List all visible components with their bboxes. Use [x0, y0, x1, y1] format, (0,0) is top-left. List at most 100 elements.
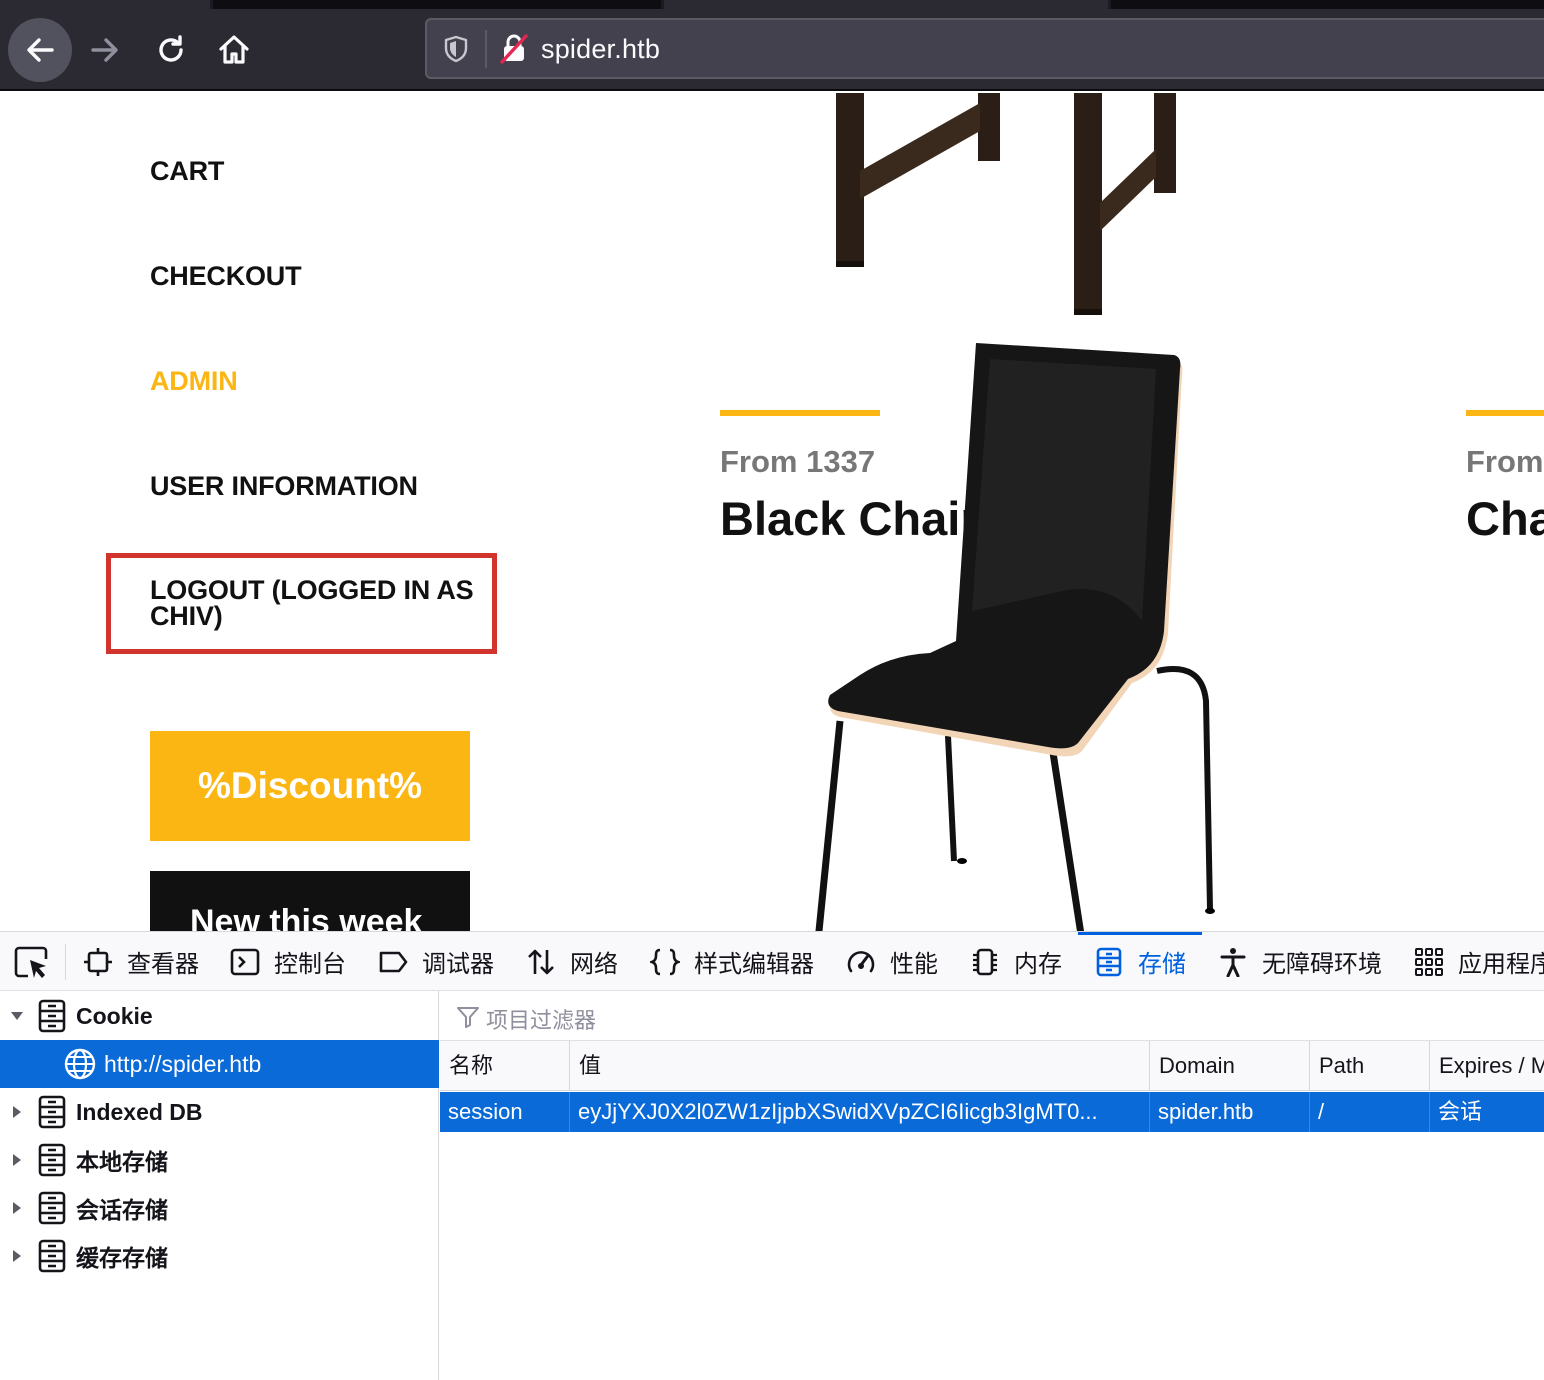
- product-name[interactable]: Cha: [1466, 491, 1544, 546]
- storage-icon: [38, 999, 66, 1033]
- cookie-table-panel: 项目过滤器 名称 值 Domain Path Expires / M sessi…: [440, 991, 1544, 1380]
- filter-input[interactable]: 项目过滤器: [486, 1003, 596, 1035]
- column-header-value[interactable]: 值: [569, 1041, 1149, 1091]
- chevron-right-icon[interactable]: [10, 1249, 24, 1263]
- tree-item-label: 缓存存储: [76, 1245, 168, 1271]
- tab-storage[interactable]: 存储: [1078, 932, 1202, 990]
- performance-icon: [847, 950, 875, 972]
- address-bar[interactable]: spider.htb: [425, 18, 1544, 79]
- tab-label: 网络: [570, 951, 618, 978]
- tab-inspector[interactable]: 查看器: [83, 932, 199, 990]
- table-row[interactable]: session eyJjYXJ0X2l0ZW1zIjpbXSwidXVpZCI6…: [440, 1092, 1544, 1132]
- globe-icon: [64, 1048, 96, 1080]
- tree-item-session-storage[interactable]: 会话存储: [0, 1184, 439, 1232]
- tab-accessibility[interactable]: 无障碍环境: [1218, 932, 1382, 990]
- storage-icon: [1096, 947, 1122, 976]
- discount-banner[interactable]: %Discount%: [150, 731, 470, 841]
- browser-tab[interactable]: [0, 0, 210, 9]
- tree-item-local-storage[interactable]: 本地存储: [0, 1136, 439, 1184]
- tab-label: 内存: [1014, 951, 1062, 978]
- tab-label: 样式编辑器: [694, 951, 814, 978]
- browser-toolbar: spider.htb: [0, 0, 1544, 91]
- storage-icon: [38, 1095, 66, 1129]
- tree-item-cookie-host[interactable]: http://spider.htb: [0, 1040, 439, 1088]
- back-button[interactable]: [8, 18, 72, 82]
- filter-icon: [457, 1007, 479, 1028]
- reload-button[interactable]: [139, 18, 203, 82]
- storage-icon: [38, 1143, 66, 1177]
- tree-item-label: 会话存储: [76, 1197, 168, 1223]
- nav-checkout-link[interactable]: CHECKOUT: [150, 261, 302, 292]
- tab-strip: [0, 0, 1544, 9]
- browser-tab[interactable]: [1111, 0, 1544, 9]
- tab-label: 控制台: [274, 951, 346, 978]
- tab-application[interactable]: 应用程序: [1414, 932, 1544, 990]
- nav-cart-link[interactable]: CART: [150, 156, 224, 187]
- tree-item-cookie[interactable]: Cookie: [0, 992, 439, 1040]
- devtools-panel: 查看器 控制台 调试器 网络 样式编辑器 性能 内存 存储 无障碍环境 应用程 …: [0, 931, 1544, 1380]
- tree-item-label: http://spider.htb: [104, 1050, 262, 1077]
- element-picker-icon[interactable]: [14, 946, 50, 980]
- tab-debugger[interactable]: 调试器: [378, 932, 494, 990]
- tab-network[interactable]: 网络: [526, 932, 618, 990]
- column-header-name[interactable]: 名称: [440, 1041, 569, 1091]
- reload-icon: [159, 35, 183, 62]
- tree-item-label: 本地存储: [76, 1149, 168, 1175]
- storage-tree: Cookie http://spider.htb Indexed DB 本地存储…: [0, 991, 439, 1380]
- cell-domain[interactable]: spider.htb: [1149, 1092, 1309, 1132]
- chevron-down-icon[interactable]: [10, 1009, 24, 1023]
- home-icon: [219, 35, 249, 64]
- arrow-right-icon: [91, 38, 118, 62]
- tree-item-cache-storage[interactable]: 缓存存储: [0, 1232, 439, 1280]
- tab-label: 应用程序: [1458, 951, 1544, 978]
- nav-logout-link[interactable]: LOGOUT (LOGGED IN AS CHIV): [150, 577, 490, 630]
- accessibility-icon: [1220, 947, 1246, 977]
- memory-icon: [973, 948, 997, 975]
- insecure-lock-icon[interactable]: [499, 32, 529, 64]
- product-accent-bar: [1466, 410, 1544, 416]
- inspector-icon: [84, 947, 112, 976]
- debugger-icon: [379, 951, 408, 972]
- chevron-right-icon[interactable]: [10, 1105, 24, 1119]
- cell-expires[interactable]: 会话: [1429, 1092, 1544, 1132]
- cell-path[interactable]: /: [1309, 1092, 1429, 1132]
- tab-label: 性能: [890, 951, 938, 978]
- storage-icon: [38, 1191, 66, 1225]
- home-button[interactable]: [202, 18, 266, 82]
- tracking-shield-icon[interactable]: [441, 34, 471, 64]
- style-editor-icon: [650, 948, 680, 975]
- tree-item-label: Cookie: [76, 1002, 153, 1029]
- cell-value[interactable]: eyJjYXJ0X2l0ZW1zIjpbXSwidXVpZCI6Iicgb3Ig…: [569, 1092, 1149, 1132]
- column-header-domain[interactable]: Domain: [1149, 1041, 1309, 1091]
- column-header-expires[interactable]: Expires / M: [1429, 1041, 1544, 1091]
- application-icon: [1415, 947, 1443, 976]
- browser-tab[interactable]: [213, 0, 661, 9]
- chair-legs-image: [836, 93, 1176, 315]
- arrow-left-icon: [27, 38, 54, 62]
- tab-label: 无障碍环境: [1262, 951, 1382, 978]
- column-header-path[interactable]: Path: [1309, 1041, 1429, 1091]
- web-page: CART CHECKOUT ADMIN USER INFORMATION LOG…: [0, 93, 1544, 931]
- black-chair-image[interactable]: [812, 341, 1232, 931]
- tab-memory[interactable]: 内存: [970, 932, 1062, 990]
- chevron-right-icon[interactable]: [10, 1153, 24, 1167]
- cell-name[interactable]: session: [440, 1092, 569, 1132]
- browser-tab[interactable]: [664, 0, 1108, 9]
- tab-console[interactable]: 控制台: [230, 932, 346, 990]
- tab-style-editor[interactable]: 样式编辑器: [650, 932, 814, 990]
- tree-item-indexed-db[interactable]: Indexed DB: [0, 1088, 439, 1136]
- filter-bar[interactable]: 项目过滤器: [440, 991, 1544, 1041]
- product-price: From: [1466, 444, 1544, 479]
- tab-label: 调试器: [422, 951, 494, 978]
- nav-user-information-link[interactable]: USER INFORMATION: [150, 471, 418, 502]
- chevron-right-icon[interactable]: [10, 1201, 24, 1215]
- tree-item-label: Indexed DB: [76, 1098, 203, 1125]
- console-icon: [230, 948, 260, 975]
- tab-performance[interactable]: 性能: [846, 932, 938, 990]
- tab-label: 存储: [1138, 951, 1186, 978]
- forward-button[interactable]: [73, 18, 137, 82]
- url-text[interactable]: spider.htb: [541, 34, 660, 65]
- new-this-week-banner[interactable]: New this week: [150, 871, 470, 931]
- nav-admin-link[interactable]: ADMIN: [150, 366, 238, 397]
- storage-icon: [38, 1239, 66, 1273]
